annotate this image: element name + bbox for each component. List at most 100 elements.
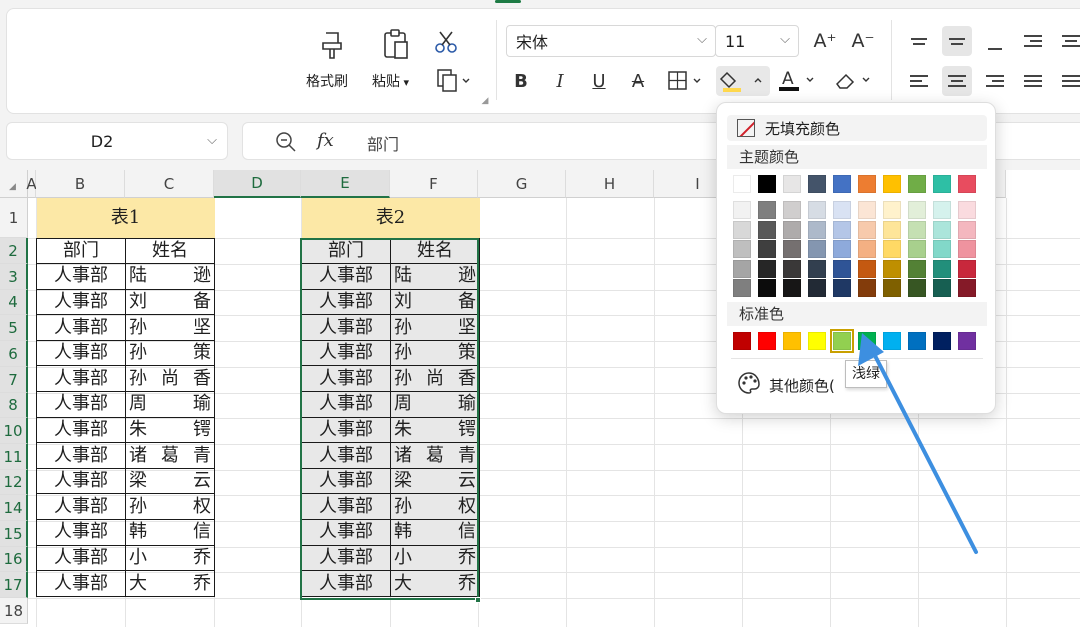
theme-shade-swatch[interactable]: [808, 259, 826, 278]
dept-cell[interactable]: 人事部: [301, 416, 391, 444]
table2-header-name[interactable]: 姓名: [389, 237, 481, 265]
theme-shade-swatch[interactable]: [958, 220, 976, 239]
dept-cell[interactable]: 人事部: [36, 467, 126, 495]
theme-shade-swatch[interactable]: [808, 240, 826, 258]
zoom-search-icon[interactable]: [275, 131, 297, 157]
fill-handle[interactable]: [475, 597, 481, 603]
theme-color-swatch[interactable]: [883, 175, 901, 193]
theme-shade-swatch[interactable]: [933, 240, 951, 258]
standard-color-swatch[interactable]: [758, 332, 776, 350]
theme-shade-swatch[interactable]: [908, 240, 926, 258]
theme-color-swatch[interactable]: [758, 175, 776, 193]
dept-cell[interactable]: 人事部: [36, 391, 126, 418]
table1-header-name[interactable]: 姓名: [124, 237, 216, 265]
font-decrease-icon[interactable]: A⁻: [850, 28, 876, 54]
row-header-1[interactable]: 1: [0, 198, 28, 238]
row-header-5[interactable]: 5: [0, 315, 28, 341]
theme-shade-swatch[interactable]: [833, 259, 851, 278]
name-cell[interactable]: 梁云: [389, 467, 481, 495]
theme-shade-swatch[interactable]: [833, 220, 851, 239]
dept-cell[interactable]: 人事部: [301, 339, 391, 367]
font-size-select[interactable]: 11 ⌵: [715, 25, 799, 57]
theme-shade-swatch[interactable]: [833, 240, 851, 258]
theme-shade-swatch[interactable]: [858, 259, 876, 278]
dept-cell[interactable]: 人事部: [36, 288, 126, 316]
row-header-10[interactable]: 10: [0, 418, 28, 444]
column-header-g[interactable]: G: [478, 170, 566, 198]
theme-shade-swatch[interactable]: [758, 259, 776, 278]
theme-shade-swatch[interactable]: [908, 279, 926, 297]
bold-icon[interactable]: B: [506, 66, 536, 96]
dept-cell[interactable]: 人事部: [36, 416, 126, 444]
theme-shade-swatch[interactable]: [758, 201, 776, 219]
standard-color-swatch[interactable]: [830, 329, 854, 353]
column-header-b[interactable]: B: [36, 170, 125, 198]
font-name-select[interactable]: 宋体 ⌵: [506, 25, 716, 57]
name-cell[interactable]: 陆逊: [124, 263, 216, 290]
theme-color-swatch[interactable]: [808, 175, 826, 193]
theme-shade-swatch[interactable]: [733, 240, 751, 258]
font-increase-icon[interactable]: A⁺: [812, 28, 838, 54]
dept-cell[interactable]: 人事部: [36, 519, 126, 546]
name-cell[interactable]: 孙策: [124, 339, 216, 367]
theme-shade-swatch[interactable]: [808, 279, 826, 297]
name-cell[interactable]: 梁云: [124, 467, 216, 495]
name-box[interactable]: D2 ⌵: [6, 122, 228, 160]
theme-shade-swatch[interactable]: [958, 240, 976, 258]
decrease-indent-icon[interactable]: [1018, 26, 1048, 56]
theme-color-swatch[interactable]: [833, 175, 851, 193]
theme-shade-swatch[interactable]: [833, 201, 851, 219]
format-painter-label[interactable]: 格式刷: [306, 71, 348, 91]
theme-shade-swatch[interactable]: [858, 240, 876, 258]
standard-color-swatch[interactable]: [908, 332, 926, 350]
theme-shade-swatch[interactable]: [958, 201, 976, 219]
align-center-icon[interactable]: [942, 66, 972, 96]
column-header-c[interactable]: C: [125, 170, 214, 198]
row-header-3[interactable]: 3: [0, 264, 28, 290]
dept-cell[interactable]: 人事部: [301, 288, 391, 316]
name-cell[interactable]: 孙策: [389, 339, 481, 367]
select-all-corner[interactable]: ◢: [0, 170, 28, 198]
dept-cell[interactable]: 人事部: [36, 314, 126, 341]
theme-shade-swatch[interactable]: [933, 201, 951, 219]
theme-shade-swatch[interactable]: [908, 259, 926, 278]
theme-color-swatch[interactable]: [733, 175, 751, 193]
theme-shade-swatch[interactable]: [733, 259, 751, 278]
theme-shade-swatch[interactable]: [733, 201, 751, 219]
name-cell[interactable]: 孙权: [389, 493, 481, 521]
name-cell[interactable]: 诸葛青: [389, 442, 481, 469]
dialog-launcher-icon[interactable]: ◢: [480, 96, 490, 106]
dept-cell[interactable]: 人事部: [36, 365, 126, 393]
align-left-icon[interactable]: [904, 66, 934, 96]
standard-color-swatch[interactable]: [858, 332, 876, 350]
column-header-a[interactable]: A: [26, 170, 37, 198]
theme-shade-swatch[interactable]: [858, 201, 876, 219]
name-cell[interactable]: 小乔: [124, 544, 216, 572]
underline-icon[interactable]: U: [584, 66, 614, 96]
increase-indent-icon[interactable]: [1056, 26, 1080, 56]
dept-cell[interactable]: 人事部: [301, 493, 391, 521]
dept-cell[interactable]: 人事部: [301, 263, 391, 290]
row-header-17[interactable]: 17: [0, 572, 28, 598]
theme-color-swatch[interactable]: [858, 175, 876, 193]
theme-shade-swatch[interactable]: [908, 201, 926, 219]
justify-icon[interactable]: [1018, 66, 1048, 96]
standard-color-swatch[interactable]: [933, 332, 951, 350]
strikethrough-icon[interactable]: A: [623, 66, 653, 96]
theme-shade-swatch[interactable]: [933, 220, 951, 239]
cut-icon[interactable]: [432, 28, 460, 56]
name-cell[interactable]: 刘备: [124, 288, 216, 316]
standard-color-swatch[interactable]: [958, 332, 976, 350]
name-cell[interactable]: 大乔: [124, 570, 216, 597]
dept-cell[interactable]: 人事部: [36, 493, 126, 521]
theme-shade-swatch[interactable]: [883, 201, 901, 219]
dept-cell[interactable]: 人事部: [301, 442, 391, 469]
table2-title[interactable]: 表2: [301, 198, 480, 238]
font-color-button[interactable]: A: [774, 66, 820, 96]
dept-cell[interactable]: 人事部: [301, 467, 391, 495]
theme-shade-swatch[interactable]: [958, 259, 976, 278]
theme-shade-swatch[interactable]: [883, 259, 901, 278]
clear-format-icon[interactable]: [830, 66, 876, 96]
theme-shade-swatch[interactable]: [883, 220, 901, 239]
dept-cell[interactable]: 人事部: [301, 519, 391, 546]
